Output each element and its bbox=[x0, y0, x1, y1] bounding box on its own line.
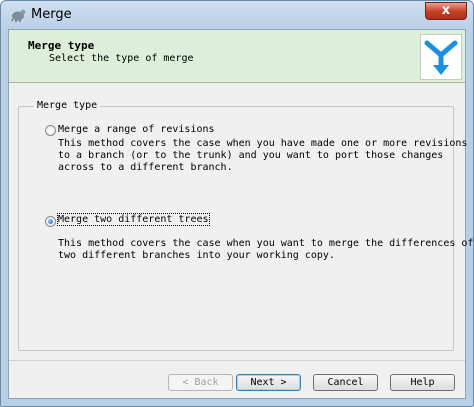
group-label: Merge type bbox=[34, 100, 101, 111]
two-different-trees-radio[interactable] bbox=[45, 216, 56, 227]
header-title: Merge type bbox=[28, 39, 95, 52]
range-of-revisions-label[interactable]: Merge a range of revisions bbox=[58, 124, 215, 135]
merge-logo bbox=[420, 34, 462, 80]
merge-dialog-window: Merge x Merge type Select the type of me… bbox=[0, 0, 474, 407]
close-button[interactable]: x bbox=[425, 2, 467, 20]
next-button[interactable]: Next > bbox=[236, 374, 301, 391]
tortoise-app-icon bbox=[11, 9, 26, 22]
help-button[interactable]: Help bbox=[390, 374, 455, 391]
window-title: Merge bbox=[31, 7, 72, 22]
close-icon: x bbox=[441, 3, 451, 18]
wizard-header: Merge type Select the type of merge bbox=[9, 30, 465, 83]
cancel-button[interactable]: Cancel bbox=[313, 374, 378, 391]
range-of-revisions-description: This method covers the case when you hav… bbox=[58, 138, 468, 173]
merge-arrows-icon bbox=[424, 40, 458, 75]
range-of-revisions-radio[interactable] bbox=[45, 125, 56, 136]
button-bar-separator bbox=[9, 360, 465, 361]
two-different-trees-description: This method covers the case when you wan… bbox=[58, 238, 474, 261]
title-bar[interactable]: Merge x bbox=[1, 1, 473, 29]
wizard-client-area: Merge type Select the type of merge Merg… bbox=[8, 29, 473, 399]
header-subtitle: Select the type of merge bbox=[49, 53, 194, 64]
back-button[interactable]: < Back bbox=[168, 374, 233, 391]
two-different-trees-label[interactable]: Merge two different trees bbox=[57, 213, 210, 226]
